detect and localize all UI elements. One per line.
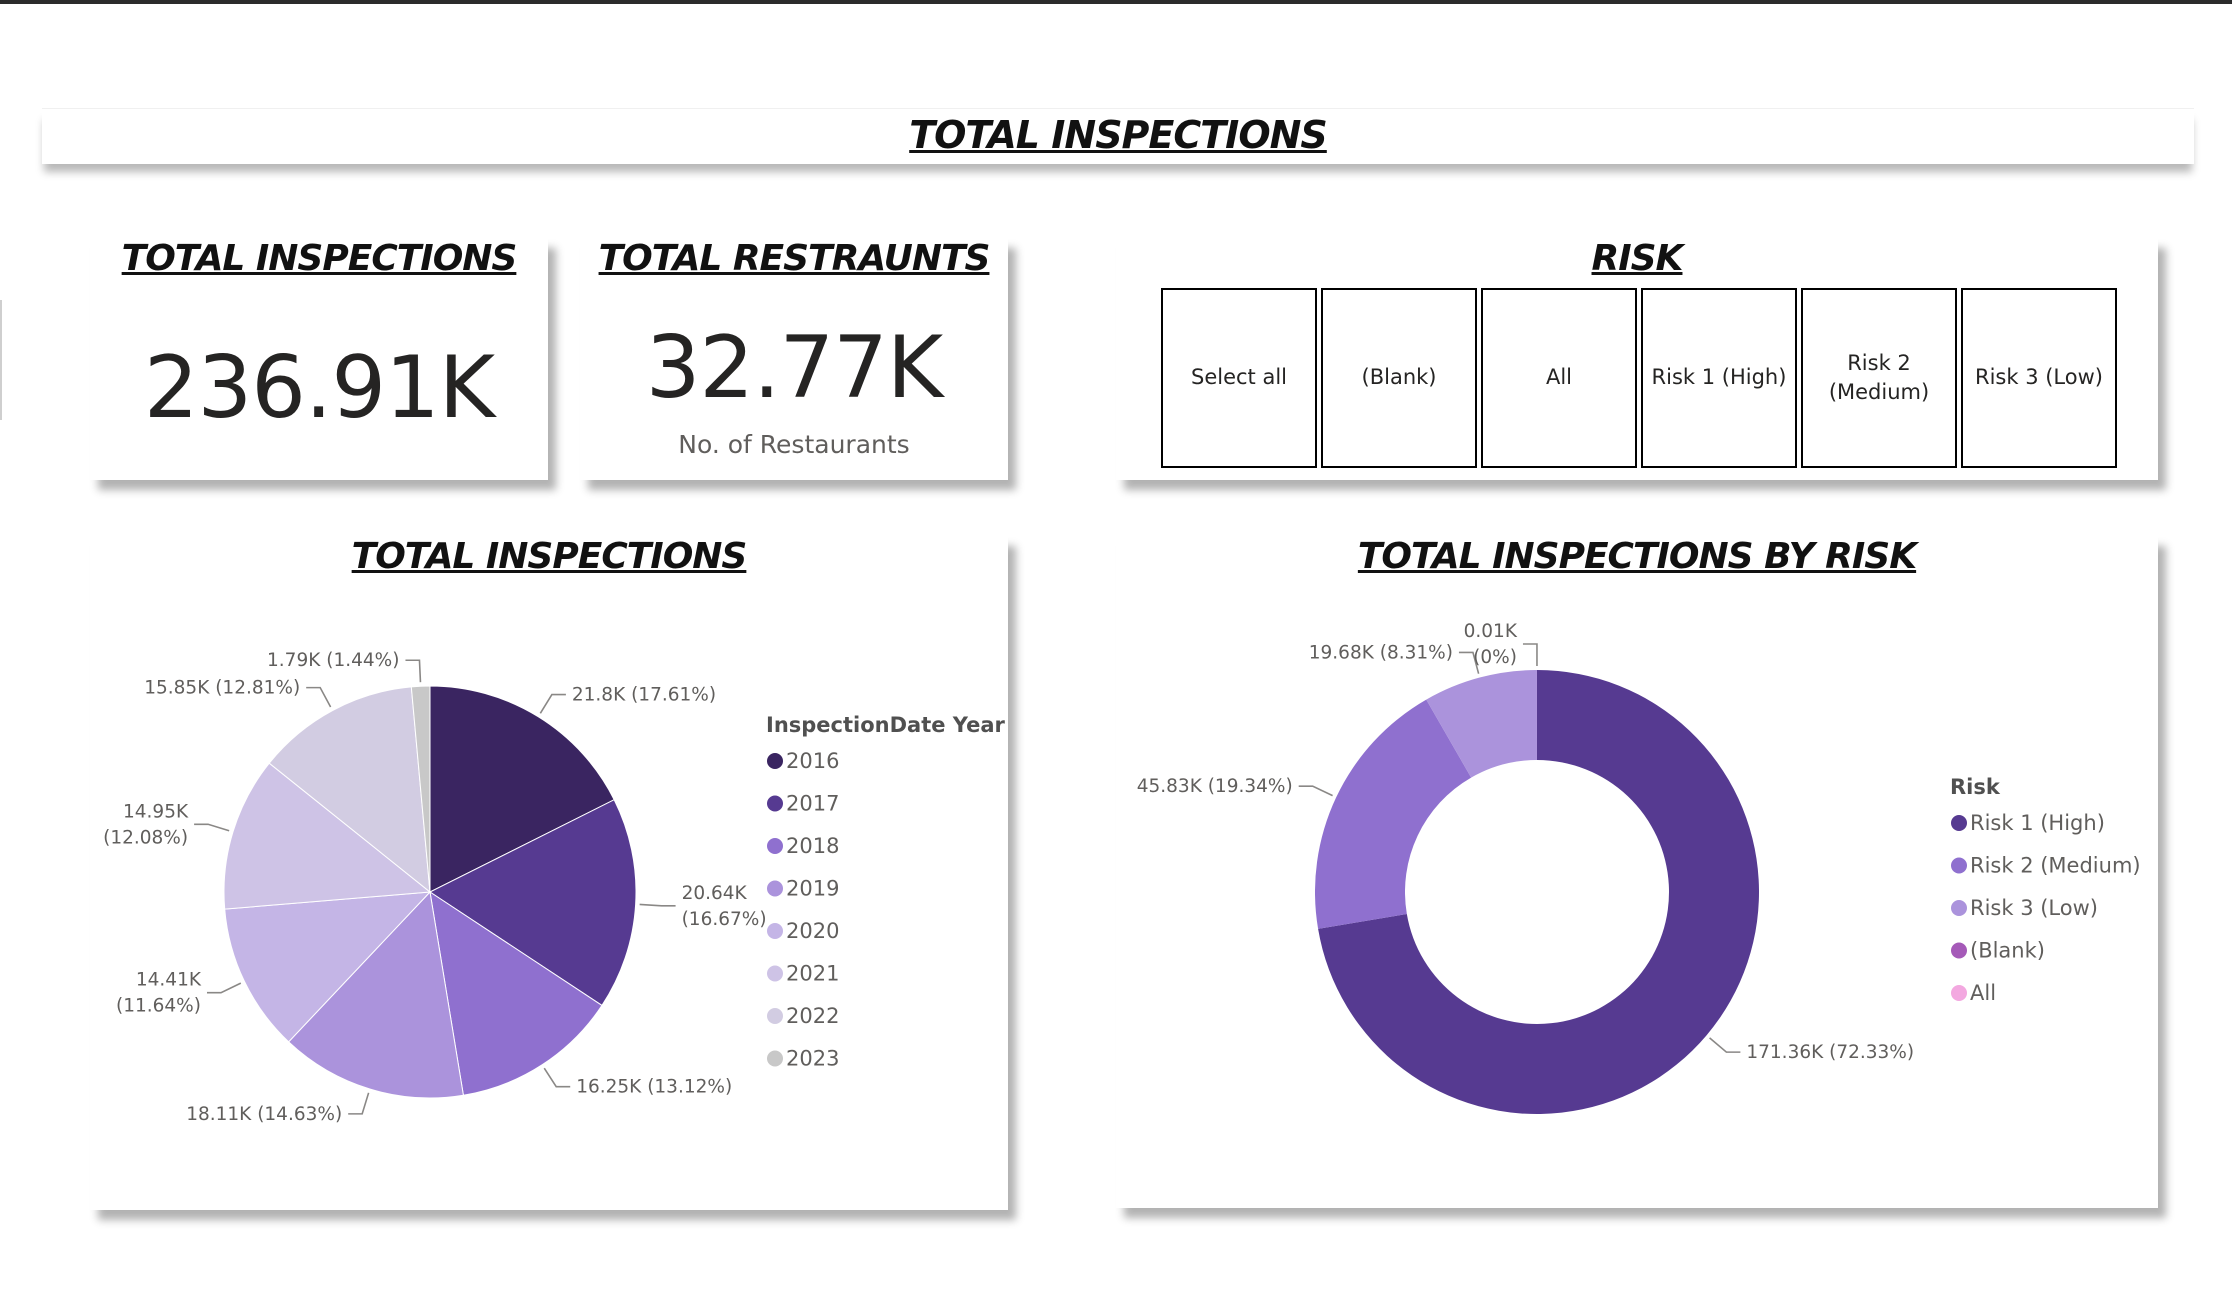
- leader-line: [348, 1092, 370, 1115]
- page-title: TOTAL INSPECTIONS: [909, 113, 1328, 157]
- legend-marker: [1951, 900, 1967, 916]
- kpi-value: 236.91K: [143, 338, 495, 438]
- legend-title: Risk: [1950, 775, 2001, 799]
- data-label: 20.64K (16.67%): [682, 883, 767, 930]
- leader-line: [206, 982, 242, 994]
- legend-item[interactable]: 2018: [786, 834, 839, 858]
- kpi-label: No. of Restaurants: [678, 430, 910, 459]
- slicer-option-blank[interactable]: (Blank): [1321, 288, 1477, 468]
- legend-marker: [767, 923, 783, 939]
- legend-marker: [767, 1008, 783, 1024]
- slicer-option-select-all[interactable]: Select all: [1161, 288, 1317, 468]
- data-label: 19.68K (8.31%): [1309, 642, 1453, 663]
- kpi-title: TOTAL INSPECTIONS: [121, 238, 518, 279]
- slicer-option-risk-2-medium[interactable]: Risk 2 (Medium): [1801, 288, 1957, 468]
- legend-item[interactable]: 2017: [786, 792, 839, 816]
- page-edge-marker: [0, 300, 2, 420]
- leader-line: [1522, 643, 1538, 667]
- leader-line: [1709, 1037, 1741, 1053]
- legend-marker: [767, 965, 783, 982]
- donut-chart[interactable]: 171.36K (72.33%) 45.83K (19.34%) 19.68K (8…: [1116, 536, 2158, 1208]
- legend-marker: [767, 838, 783, 854]
- slicer-option-risk-3-low[interactable]: Risk 3 (Low): [1961, 288, 2117, 468]
- legend-item[interactable]: Risk 3 (Low): [1970, 896, 2098, 920]
- legend-item[interactable]: 2022: [786, 1004, 839, 1028]
- legend-marker: [1951, 815, 1967, 831]
- donut-chart-card: TOTAL INSPECTIONS BY RISK 171.36K (72.33…: [1116, 536, 2158, 1208]
- kpi-value: 32.77K: [645, 318, 944, 418]
- legend-title: InspectionDate Year: [766, 713, 1005, 737]
- legend-marker: [1951, 857, 1967, 874]
- data-label: 171.36K (72.33%): [1746, 1042, 1914, 1063]
- legend-item[interactable]: Risk 1 (High): [1970, 811, 2105, 835]
- leader-line: [639, 903, 676, 907]
- pie-chart[interactable]: 21.8K (17.61%) 20.64K (16.67%) 16.25K (13.1…: [90, 536, 1008, 1210]
- kpi-card-total-inspections[interactable]: TOTAL INSPECTIONS 236.91K: [90, 238, 548, 480]
- legend-item[interactable]: 2019: [786, 877, 839, 901]
- kpi-card-total-restaurants[interactable]: TOTAL RESTRAUNTS 32.77K No. of Restauran…: [580, 238, 1008, 480]
- legend-item[interactable]: (Blank): [1970, 939, 2045, 963]
- data-label: 1.79K (1.44%): [267, 650, 399, 671]
- window-top-border: [0, 0, 2232, 4]
- data-label: 15.85K (12.81%): [144, 678, 300, 699]
- slicer-option-risk-1-high[interactable]: Risk 1 (High): [1641, 288, 1797, 468]
- legend-marker: [1951, 942, 1967, 959]
- legend-marker: [767, 753, 783, 769]
- legend-item[interactable]: All: [1970, 981, 1996, 1005]
- legend-item[interactable]: 2020: [786, 919, 839, 943]
- legend-marker: [1951, 985, 1967, 1001]
- data-label: 0.01K (0%): [1464, 621, 1518, 668]
- pie-chart-card: TOTAL INSPECTIONS 21.8K (17.61%) 20.64K (1…: [90, 536, 1008, 1210]
- kpi-title: TOTAL RESTRAUNTS: [598, 238, 991, 279]
- data-label: 16.25K (13.12%): [576, 1077, 732, 1098]
- leader-line: [194, 823, 230, 832]
- data-label: 45.83K (19.34%): [1137, 776, 1293, 797]
- legend-item[interactable]: Risk 2 (Medium): [1970, 854, 2141, 878]
- leader-line: [306, 686, 332, 708]
- slicer-title: RISK: [1591, 238, 1684, 279]
- data-label: 21.8K (17.61%): [572, 685, 716, 706]
- leader-line: [543, 1067, 571, 1088]
- leader-line: [405, 659, 422, 683]
- legend-marker: [767, 1050, 783, 1067]
- data-label: 14.95K (12.08%): [103, 801, 189, 848]
- header-banner: TOTAL INSPECTIONS: [42, 108, 2194, 164]
- legend-marker: [767, 795, 783, 812]
- leader-line: [1298, 785, 1333, 797]
- data-label: 14.41K (11.64%): [116, 970, 202, 1017]
- legend-item[interactable]: 2016: [786, 749, 839, 773]
- slicer-option-all[interactable]: All: [1481, 288, 1637, 468]
- legend-marker: [767, 880, 783, 897]
- legend-item[interactable]: 2023: [786, 1047, 839, 1071]
- leader-line: [539, 693, 566, 714]
- data-label: 18.11K (14.63%): [186, 1104, 342, 1125]
- legend-item[interactable]: 2021: [786, 962, 839, 986]
